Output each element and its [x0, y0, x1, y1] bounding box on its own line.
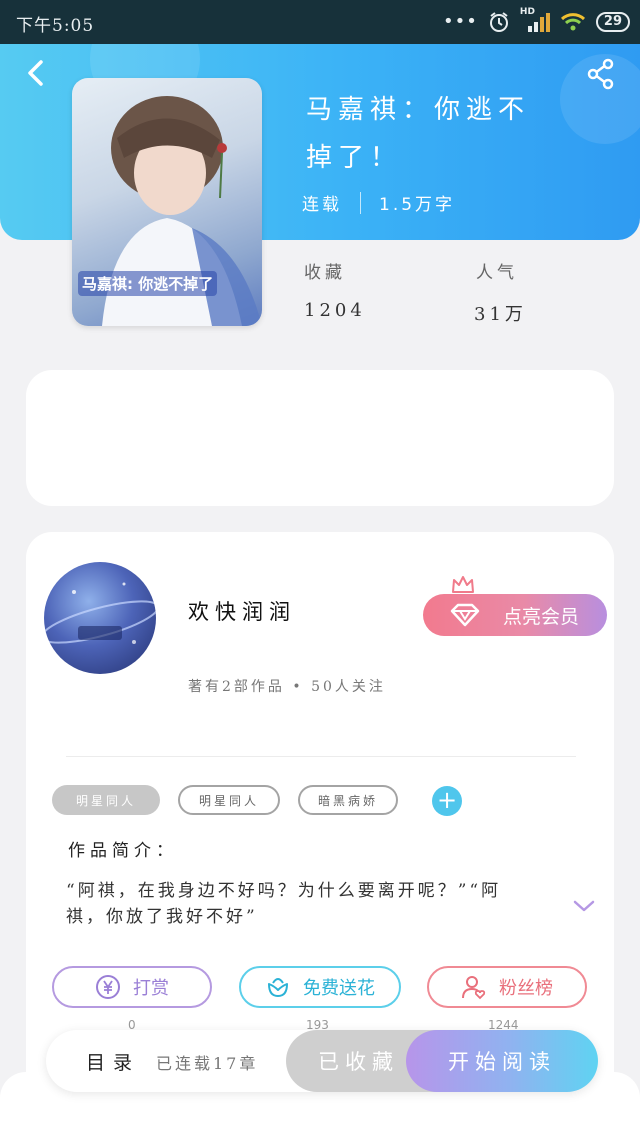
intro-body: “阿祺，在我身边不好吗？为什么要离开呢？”“阿祺，你放了我好不好”: [66, 881, 502, 927]
book-title: 马嘉祺：你逃不掉了！: [306, 95, 531, 173]
share-icon[interactable]: [586, 58, 616, 90]
avatar-planet-image: [44, 582, 156, 644]
status-icons: ••• HD 29: [443, 7, 630, 35]
diamond-icon: [450, 603, 480, 627]
reward-label: 打赏: [133, 978, 169, 999]
blank-card: [26, 370, 614, 506]
send-flower-button[interactable]: 免费送花: [239, 966, 401, 1008]
book-cover[interactable]: 马嘉祺: 你逃不掉了: [72, 78, 262, 326]
send-flower-label: 免费送花: [303, 978, 375, 999]
collected-label: 已收藏: [318, 1050, 399, 1074]
add-tag-icon[interactable]: +: [432, 786, 462, 816]
start-reading-label: 开始阅读: [448, 1050, 556, 1074]
author-stats: 著有2部作品 • 50人关注: [188, 679, 386, 695]
serial-chapters: 已连载17章: [156, 1054, 259, 1073]
popularity-value: 31万: [474, 304, 527, 325]
signal-icon: HD: [520, 7, 550, 33]
tag-1[interactable]: 明星同人: [52, 785, 160, 815]
book-meta: 连载 1.5万字: [302, 190, 455, 215]
favorites-label: 收藏: [304, 263, 346, 283]
status-bar: 下午5:05 ••• HD 29: [0, 0, 640, 44]
reward-button[interactable]: 打赏: [52, 966, 212, 1008]
flower-icon: [268, 978, 288, 997]
user-heart-icon: [462, 976, 486, 1000]
status-time: 下午5:05: [16, 16, 95, 36]
fan-ranking-label: 粉丝榜: [499, 978, 553, 999]
alarm-icon: [489, 12, 508, 32]
intro-heading: 作品简介：: [68, 841, 178, 861]
battery-indicator: 29: [595, 12, 630, 32]
popularity-label: 人气: [476, 263, 518, 283]
divider: [66, 756, 576, 757]
fan-ranking-button[interactable]: 粉丝榜: [427, 966, 587, 1008]
meta-divider: [360, 191, 361, 214]
vip-button-label: 点亮会员: [502, 605, 579, 628]
serial-status: 连载: [302, 195, 342, 215]
more-notifications-icon: •••: [443, 11, 478, 32]
author-name[interactable]: 欢快润润: [188, 596, 296, 626]
word-count: 1.5万字: [379, 195, 456, 215]
tag-2[interactable]: 明星同人: [178, 785, 280, 815]
chevron-down-icon[interactable]: [572, 898, 596, 914]
cover-caption: 马嘉祺: 你逃不掉了: [78, 271, 218, 296]
start-reading-button[interactable]: 开始阅读: [406, 1030, 598, 1092]
tag-3[interactable]: 暗黑病娇: [298, 785, 398, 815]
yen-icon: [96, 975, 120, 999]
author-avatar[interactable]: [44, 562, 156, 674]
toc-button[interactable]: 目录: [86, 1048, 140, 1075]
wifi-icon: [560, 13, 585, 31]
back-icon[interactable]: [22, 58, 52, 88]
favorites-value: 1204: [304, 300, 366, 321]
crown-icon: [452, 576, 474, 593]
